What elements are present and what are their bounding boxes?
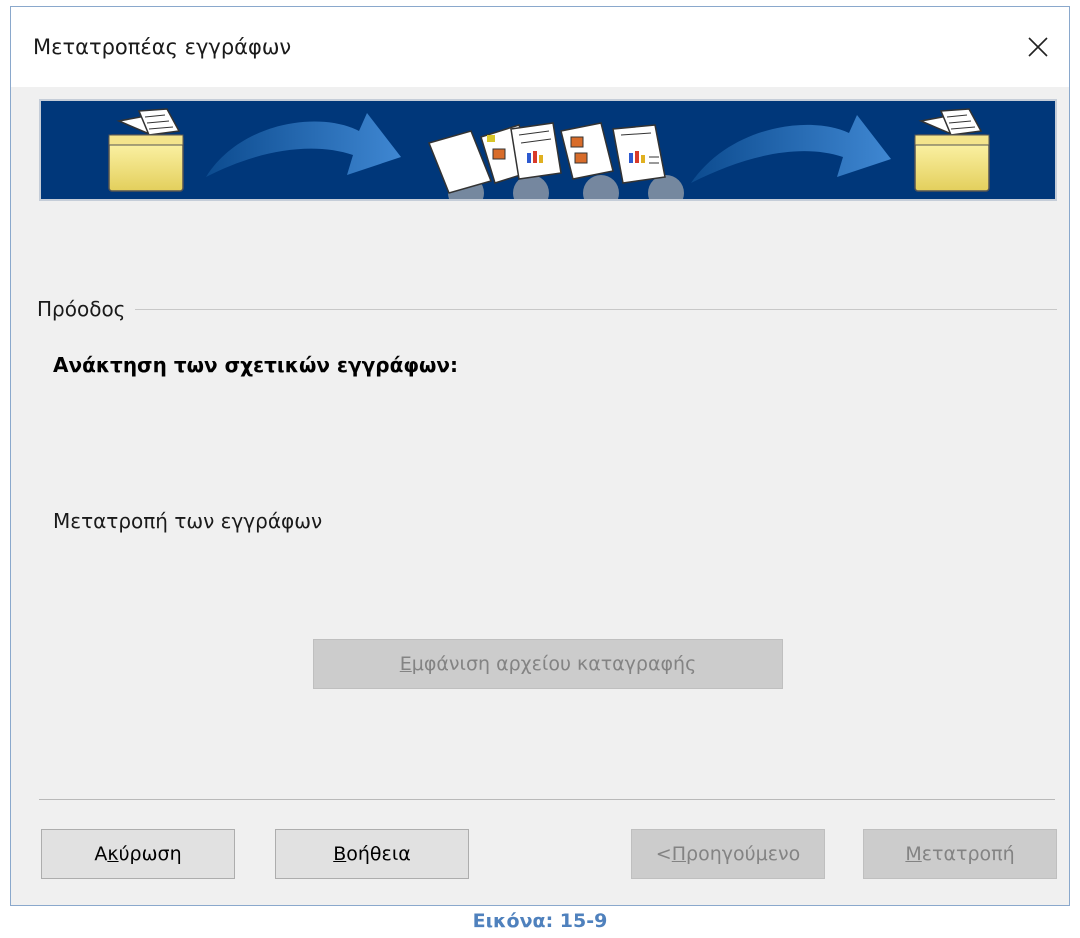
cancel-label-pre: Α <box>94 843 108 865</box>
window-title: Μετατροπέας εγγράφων <box>33 35 292 59</box>
cancel-button[interactable]: Ακύρωση <box>41 829 235 879</box>
section-divider <box>37 309 1057 310</box>
arrow-icon <box>206 113 401 177</box>
help-button[interactable]: Βοήθεια <box>275 829 469 879</box>
back-label-pre: < <box>655 843 672 865</box>
convert-label-rest: ετατροπή <box>921 843 1015 865</box>
help-accesskey: Β <box>333 843 347 865</box>
folder-icon <box>914 108 990 192</box>
title-bar: Μετατροπέας εγγράφων <box>11 7 1069 87</box>
step-convert-documents: Μετατροπή των εγγράφων <box>53 509 323 533</box>
cancel-label-rest: ύρωση <box>118 843 182 865</box>
convert-accesskey: Μ <box>905 843 922 865</box>
close-icon <box>1028 37 1048 57</box>
step-retrieve-documents: Ανάκτηση των σχετικών εγγράφων: <box>53 353 458 377</box>
progress-section: Πρόοδος <box>37 297 1057 321</box>
figure-caption: Εικόνα: 15-9 <box>472 910 608 932</box>
wizard-banner <box>39 99 1057 201</box>
folder-icon <box>108 108 184 192</box>
document-icon <box>427 122 666 194</box>
back-button[interactable]: <Προηγούμενο <box>631 829 825 879</box>
show-log-label: μφάνιση αρχείου καταγραφής <box>411 653 697 675</box>
show-log-button[interactable]: Εμφάνιση αρχείου καταγραφής <box>313 639 783 689</box>
progress-section-label: Πρόοδος <box>37 297 136 321</box>
footer-divider <box>39 799 1055 800</box>
convert-button[interactable]: Μετατροπή <box>863 829 1057 879</box>
help-label-rest: οήθεια <box>346 843 411 865</box>
cancel-accesskey: κ <box>107 843 119 865</box>
back-label-rest: ροηγούμενο <box>686 843 801 865</box>
document-converter-dialog: Μετατροπέας εγγράφων Πρόοδος Ανάκτηση τω… <box>10 6 1070 906</box>
close-button[interactable] <box>1007 7 1069 87</box>
show-log-accesskey: Ε <box>399 653 412 675</box>
back-accesskey: Π <box>671 843 687 865</box>
arrow-icon <box>691 115 891 183</box>
